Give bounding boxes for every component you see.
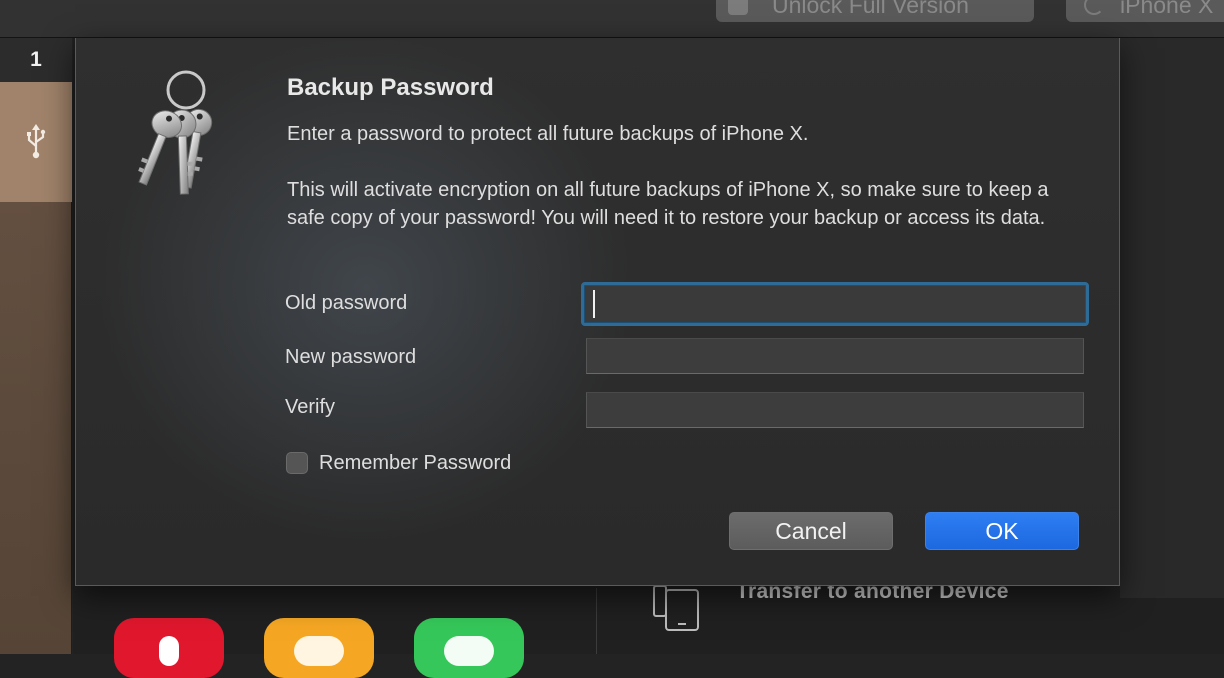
old-password-field[interactable] — [581, 282, 1089, 326]
unlock-full-version-button[interactable]: Unlock Full Version — [716, 0, 1034, 22]
sidebar-item-device[interactable] — [0, 82, 72, 202]
new-password-label: New password — [285, 346, 417, 368]
keychain-keys-icon — [138, 70, 213, 195]
section-divider — [596, 588, 597, 654]
lock-icon — [728, 0, 748, 15]
dialog-message-secondary: This will activate encryption on all fut… — [287, 179, 1049, 229]
device-selector-label: iPhone X — [1120, 0, 1214, 18]
usb-icon — [27, 124, 46, 159]
sidebar-device-count: 1 — [0, 38, 72, 82]
app-icon-contacts[interactable] — [264, 618, 374, 678]
unlock-full-version-label: Unlock Full Version — [772, 0, 969, 18]
right-pane — [1120, 38, 1224, 598]
app-icon-messages[interactable] — [414, 618, 524, 678]
sync-icon — [1084, 0, 1104, 15]
backup-password-dialog: Backup Password Enter a password to prot… — [75, 38, 1120, 586]
app-icon-music[interactable] — [114, 618, 224, 678]
old-password-label: Old password — [285, 292, 408, 314]
verify-password-field[interactable] — [586, 392, 1084, 428]
sidebar: 1 — [0, 38, 72, 654]
text-cursor — [593, 290, 595, 318]
device-selector-button[interactable]: iPhone X — [1066, 0, 1224, 22]
toolbar: Unlock Full Version iPhone X — [0, 0, 1224, 38]
dialog-title: Backup Password — [287, 74, 494, 101]
devices-icon — [653, 586, 699, 631]
remember-password-checkbox[interactable] — [286, 452, 308, 474]
new-password-field[interactable] — [586, 338, 1084, 374]
cancel-button[interactable]: Cancel — [729, 512, 893, 550]
verify-password-label: Verify — [285, 396, 336, 418]
remember-password-label[interactable]: Remember Password — [319, 452, 511, 475]
dialog-message-primary: Enter a password to protect all future b… — [287, 123, 809, 145]
ok-button[interactable]: OK — [925, 512, 1079, 550]
